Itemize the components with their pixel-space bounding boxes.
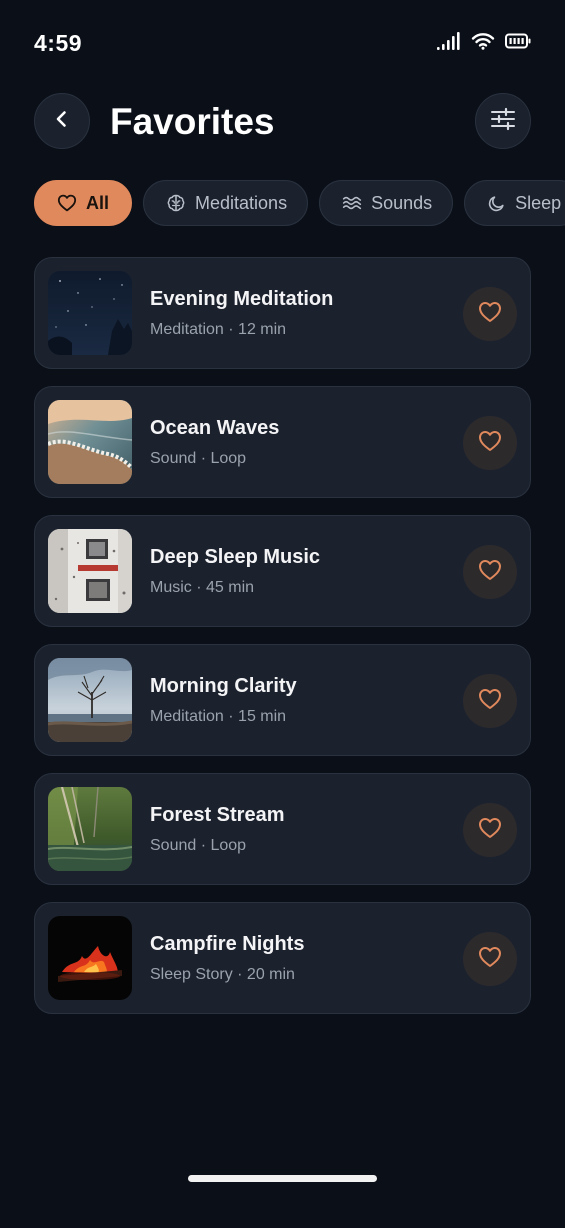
- page-title: Favorites: [110, 101, 275, 142]
- cellular-signal-icon: [437, 32, 461, 50]
- item-meta: Sleep Story · 20 min: [150, 966, 295, 983]
- chevron-left-icon: [52, 109, 72, 134]
- brain-icon: [166, 193, 186, 213]
- heart-icon: [57, 194, 77, 212]
- list-item[interactable]: Deep Sleep Music Music · 45 min: [34, 515, 531, 627]
- status-bar: 4:59: [0, 0, 565, 80]
- item-title: Ocean Waves: [150, 417, 280, 439]
- list-item[interactable]: Morning Clarity Meditation · 15 min: [34, 644, 531, 756]
- back-button[interactable]: [34, 93, 90, 149]
- item-meta: Music · 45 min: [150, 579, 255, 596]
- chip-meditations[interactable]: Meditations: [143, 180, 309, 226]
- thumbnail-image: [48, 400, 132, 484]
- favorites-list: Evening Meditation Meditation · 12 min O…: [34, 257, 531, 1031]
- chip-label: Sleep: [515, 192, 562, 213]
- list-item[interactable]: Forest Stream Sound · Loop: [34, 773, 531, 885]
- chip-sleep[interactable]: Sleep: [464, 180, 565, 226]
- favorite-button[interactable]: [463, 545, 517, 599]
- chip-label: All: [86, 192, 110, 213]
- chip-label: Meditations: [195, 192, 288, 213]
- battery-icon: [505, 33, 531, 49]
- item-title: Evening Meditation: [150, 288, 334, 310]
- status-icons: [437, 32, 531, 50]
- thumbnail-image: [48, 916, 132, 1000]
- thumbnail-image: [48, 787, 132, 871]
- heart-icon: [478, 301, 502, 328]
- filter-button[interactable]: [475, 93, 531, 149]
- thumbnail-image: [48, 529, 132, 613]
- status-time: 4:59: [34, 30, 83, 56]
- waves-icon: [342, 194, 362, 212]
- item-meta: Meditation · 15 min: [150, 708, 287, 725]
- favorite-button[interactable]: [463, 932, 517, 986]
- thumbnail-image: [48, 658, 132, 742]
- chip-all[interactable]: All: [34, 180, 133, 226]
- favorite-button[interactable]: [463, 287, 517, 341]
- list-item[interactable]: Ocean Waves Sound · Loop: [34, 386, 531, 498]
- heart-icon: [478, 430, 502, 457]
- list-item[interactable]: Campfire Nights Sleep Story · 20 min: [34, 902, 531, 1014]
- moon-icon: [487, 194, 506, 213]
- wifi-icon: [471, 32, 495, 50]
- list-item[interactable]: Evening Meditation Meditation · 12 min: [34, 257, 531, 369]
- heart-icon: [478, 688, 502, 715]
- chip-sounds[interactable]: Sounds: [319, 180, 454, 226]
- chip-label: Sounds: [371, 192, 433, 213]
- favorite-button[interactable]: [463, 416, 517, 470]
- item-title: Morning Clarity: [150, 675, 297, 697]
- heart-icon: [478, 817, 502, 844]
- category-chips: All Meditations Sounds Sleep: [34, 180, 565, 226]
- heart-icon: [478, 559, 502, 586]
- home-indicator[interactable]: [188, 1175, 377, 1182]
- item-title: Campfire Nights: [150, 933, 305, 955]
- item-meta: Sound · Loop: [150, 450, 247, 467]
- item-title: Forest Stream: [150, 804, 285, 826]
- item-meta: Sound · Loop: [150, 837, 247, 854]
- favorite-button[interactable]: [463, 803, 517, 857]
- item-title: Deep Sleep Music: [150, 546, 321, 568]
- heart-icon: [478, 946, 502, 973]
- thumbnail-image: [48, 271, 132, 355]
- sliders-icon: [490, 107, 516, 136]
- item-meta: Meditation · 12 min: [150, 321, 287, 338]
- favorite-button[interactable]: [463, 674, 517, 728]
